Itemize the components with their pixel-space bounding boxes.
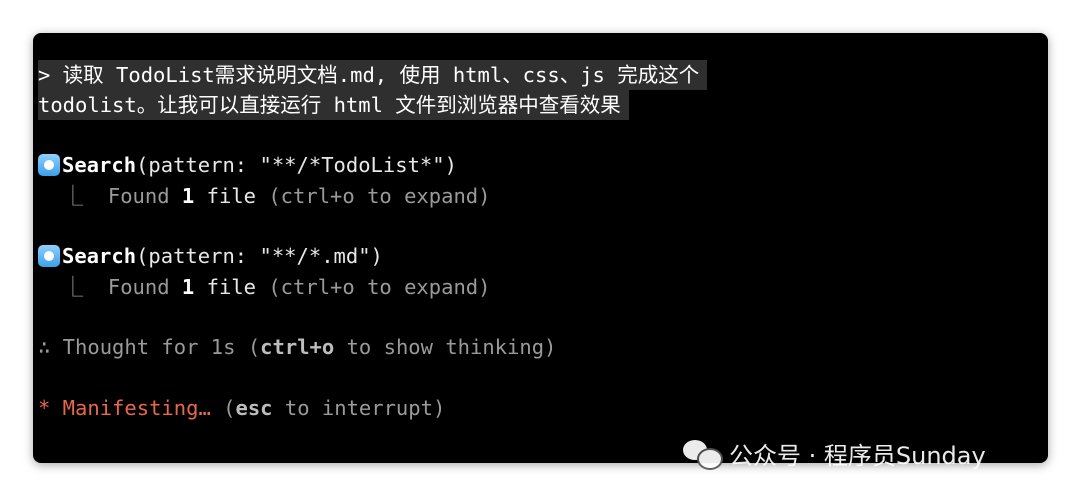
result-prefix: ⎿ Found [38,184,182,208]
status-suffix: to interrupt) [272,396,446,420]
watermark-text: 公众号 · 程序员Sunday [729,442,986,470]
status-open: ( [210,396,236,420]
tool-args: (pattern: "**/*TodoList*") [136,153,457,177]
search-result-1[interactable]: ⎿ Found 1 file (ctrl+o to expand) [38,181,491,211]
expand-hint: (ctrl+o to expand) [255,184,491,208]
watermark: 公众号 · 程序员Sunday [683,436,986,471]
wechat-logo-icon [683,438,723,470]
user-prompt-line-1: > 读取 TodoList需求说明文档.md, 使用 html、css、js 完… [38,60,708,90]
result-prefix: ⎿ Found [38,275,182,299]
tool-name: Search [62,153,137,177]
expand-hint: (ctrl+o to expand) [255,275,491,299]
result-suffix: file [194,275,256,299]
thought-suffix: to show thinking) [334,335,557,359]
thought-prefix: ∴ Thought for 1s ( [38,335,261,359]
terminal-window: > 读取 TodoList需求说明文档.md, 使用 html、css、js 完… [33,33,1048,463]
tool-bullet-icon [38,245,60,267]
tool-args: (pattern: "**/*.md") [136,244,383,268]
interrupt-key: esc [235,396,273,420]
status-line: * Manifesting… (esc to interrupt) [38,393,445,423]
result-count: 1 [181,184,195,208]
thought-key: ctrl+o [260,335,335,359]
tool-name: Search [62,244,137,268]
search-result-2[interactable]: ⎿ Found 1 file (ctrl+o to expand) [38,272,491,302]
user-prompt-line-2: todolist。让我可以直接运行 html 文件到浏览器中查看效果 [38,90,629,120]
tool-bullet-icon [38,154,60,176]
search-action-1: Search(pattern: "**/*TodoList*") [38,150,457,180]
thought-line[interactable]: ∴ Thought for 1s (ctrl+o to show thinkin… [38,332,556,362]
status-spinner: * Manifesting… [38,396,211,420]
result-count: 1 [181,275,195,299]
search-action-2: Search(pattern: "**/*.md") [38,241,383,271]
result-suffix: file [194,184,256,208]
